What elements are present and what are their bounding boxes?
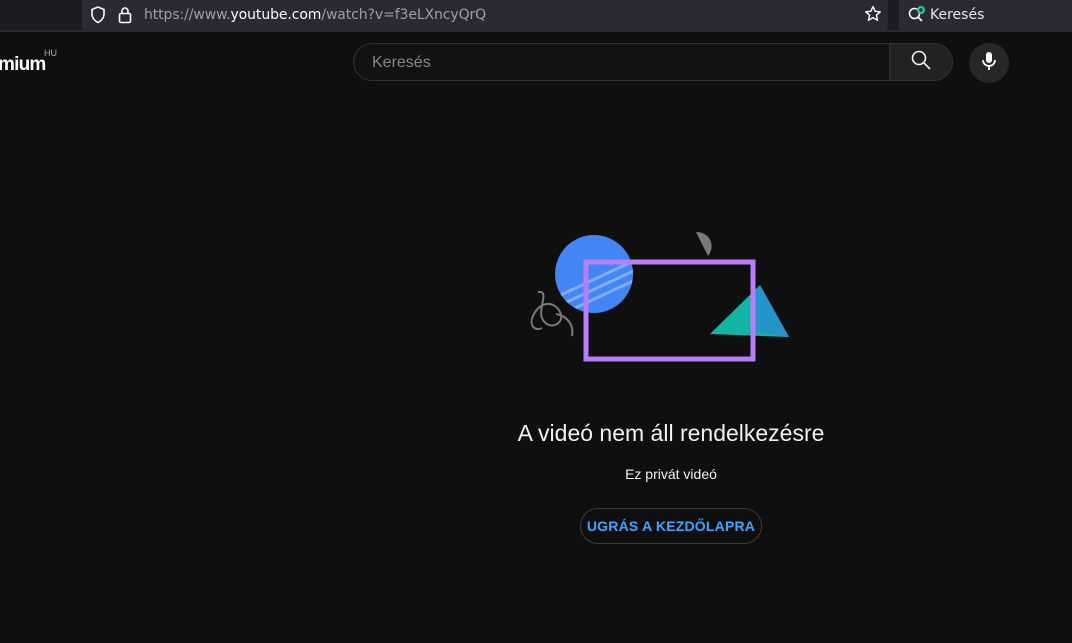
search-icon (910, 49, 932, 76)
logo-country-code: HU (44, 48, 57, 58)
browser-search-label: Keresés (930, 7, 985, 23)
shield-icon[interactable] (90, 6, 106, 29)
youtube-header: mium HU (0, 34, 1072, 90)
error-title: A videó nem áll rendelkezésre (517, 420, 825, 446)
microphone-icon (979, 50, 999, 77)
youtube-premium-logo[interactable]: mium (0, 54, 46, 76)
go-to-home-button[interactable]: UGRÁS A KEZDŐLAPRA (580, 508, 762, 544)
search-box (353, 43, 889, 82)
browser-search-box[interactable]: Keresés (899, 0, 1072, 30)
url-host: youtube.com (230, 7, 322, 23)
unavailable-video-illustration (520, 222, 800, 372)
url-path: /watch?v=f3eLXncyQrQ (321, 7, 487, 23)
search-button[interactable] (889, 43, 953, 81)
address-bar[interactable]: https://www.youtube.com/watch?v=f3eLXncy… (82, 0, 888, 30)
url-prefix: https://www. (144, 7, 231, 23)
bookmark-star-icon[interactable] (864, 5, 882, 28)
search-engine-icon (907, 5, 927, 30)
browser-toolbar: https://www.youtube.com/watch?v=f3eLXncy… (0, 0, 1072, 32)
search-input[interactable] (370, 44, 874, 82)
error-subtitle: Ez privát videó (625, 466, 717, 482)
lock-icon[interactable] (118, 6, 132, 29)
url-text[interactable]: https://www.youtube.com/watch?v=f3eLXncy… (144, 7, 486, 23)
voice-search-button[interactable] (969, 43, 1009, 83)
